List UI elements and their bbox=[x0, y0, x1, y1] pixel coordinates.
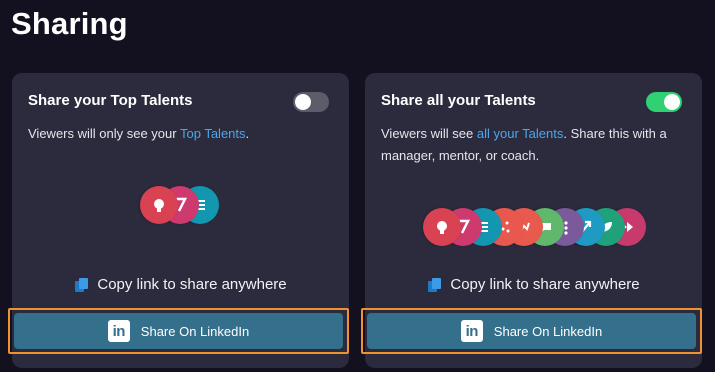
desc-text: Viewers will only see your bbox=[28, 126, 180, 141]
bulb-icon bbox=[423, 208, 461, 246]
all-talents-link[interactable]: all your Talents bbox=[477, 126, 563, 141]
desc-text: Viewers will see bbox=[381, 126, 477, 141]
card-description: Viewers will see all your Talents. Share… bbox=[381, 123, 686, 167]
share-linkedin-label: Share On LinkedIn bbox=[493, 323, 603, 339]
card-description: Viewers will only see your Top Talents. bbox=[28, 123, 333, 145]
copy-link-button[interactable]: Copy link to share anywhere bbox=[365, 276, 702, 293]
linkedin-icon: in bbox=[460, 320, 483, 342]
talent-icons bbox=[140, 186, 224, 224]
share-top-talents-toggle[interactable] bbox=[293, 92, 329, 112]
top-talents-link[interactable]: Top Talents bbox=[180, 126, 246, 141]
page-title: Sharing bbox=[11, 6, 128, 41]
linkedin-button-highlight: in Share On LinkedIn bbox=[8, 308, 349, 354]
card-title: Share your Top Talents bbox=[28, 92, 193, 109]
linkedin-icon: in bbox=[107, 320, 130, 342]
card-title: Share all your Talents bbox=[381, 92, 536, 109]
talent-icons bbox=[423, 208, 646, 246]
copy-link-label: Copy link to share anywhere bbox=[450, 276, 640, 293]
linkedin-button-highlight: in Share On LinkedIn bbox=[361, 308, 702, 354]
share-all-talents-toggle[interactable] bbox=[646, 92, 682, 112]
copy-link-label: Copy link to share anywhere bbox=[97, 276, 287, 293]
copy-link-button[interactable]: Copy link to share anywhere bbox=[12, 276, 349, 293]
share-linkedin-button[interactable]: in Share On LinkedIn bbox=[14, 313, 343, 349]
share-all-talents-card: Share all your Talents Viewers will see … bbox=[361, 73, 702, 368]
copy-icon bbox=[74, 277, 90, 293]
bulb-icon bbox=[140, 186, 178, 224]
share-linkedin-label: Share On LinkedIn bbox=[140, 323, 250, 339]
share-linkedin-button[interactable]: in Share On LinkedIn bbox=[367, 313, 696, 349]
copy-icon bbox=[427, 277, 443, 293]
share-top-talents-card: Share your Top Talents Viewers will only… bbox=[8, 73, 349, 368]
toggle-knob bbox=[664, 94, 680, 110]
toggle-knob bbox=[295, 94, 311, 110]
desc-text-end: . bbox=[245, 126, 250, 141]
